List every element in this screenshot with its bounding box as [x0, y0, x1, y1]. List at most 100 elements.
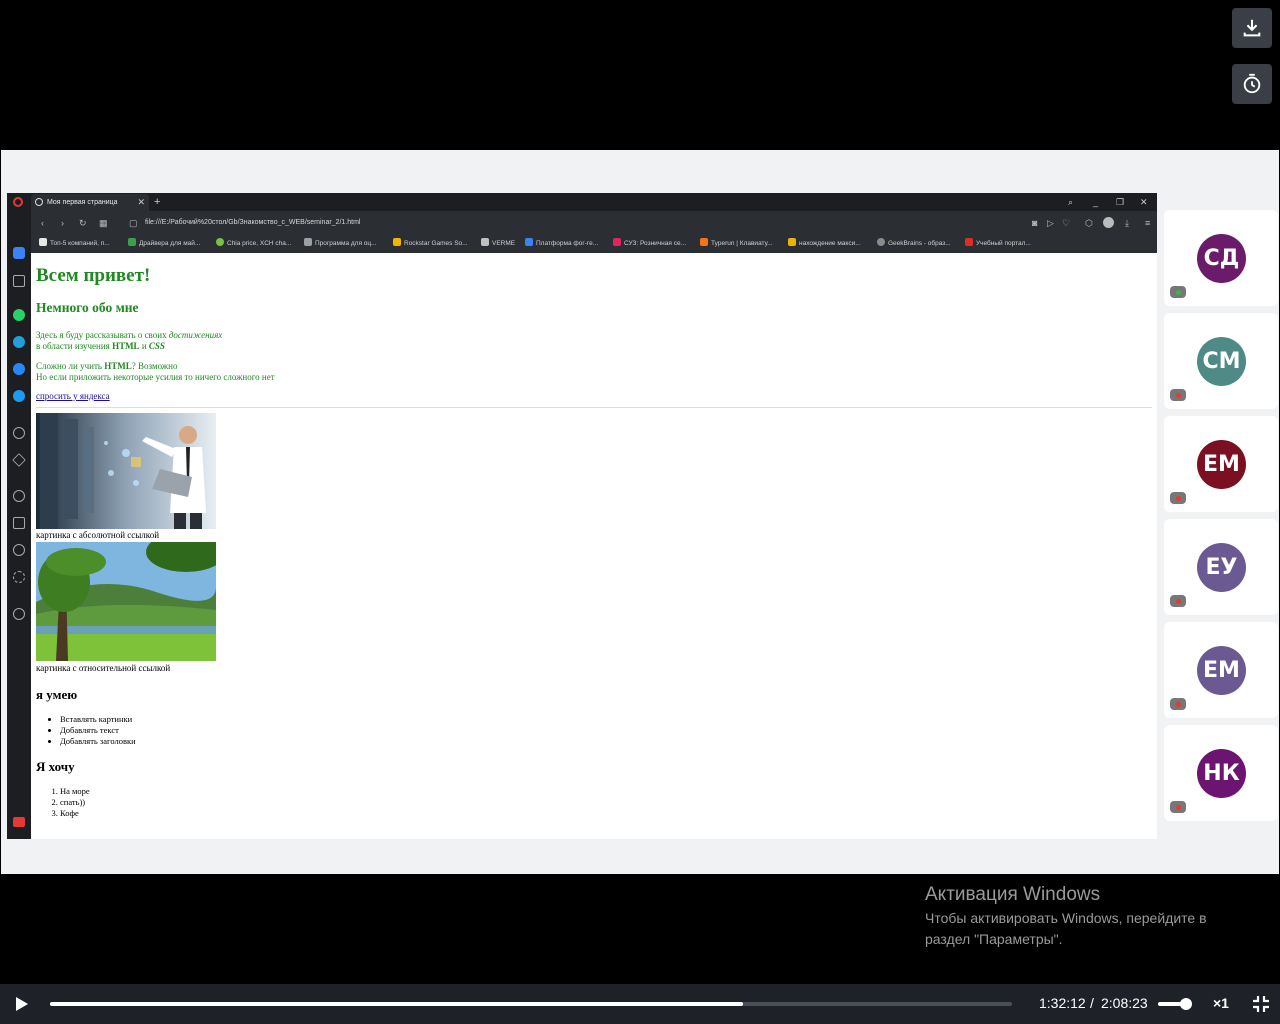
- bookmark-item[interactable]: Топ-5 компаний, п...: [39, 235, 110, 253]
- participant-tile[interactable]: СМ: [1164, 313, 1278, 409]
- address-bar: ‹ › ↻ ▦ ▢ file:///E:/Рабочий%20стол/Gb/З…: [31, 211, 1157, 235]
- bookmark-icon: [613, 238, 621, 246]
- fullscreen-button[interactable]: [1252, 995, 1270, 1013]
- bookmark-icon: [304, 238, 312, 246]
- twitter-icon[interactable]: [13, 390, 25, 402]
- extensions-icon[interactable]: ⬡: [1085, 211, 1093, 235]
- menu-icon[interactable]: ≡: [1145, 211, 1150, 235]
- vk-icon[interactable]: [13, 363, 25, 375]
- download-icon: [1243, 19, 1261, 37]
- about-paragraph: Здесь я буду рассказывать о своих достиж…: [36, 330, 223, 351]
- landscape-illustration: [36, 542, 216, 661]
- send-icon[interactable]: [12, 453, 26, 467]
- search-tabs-icon[interactable]: ⌕: [1068, 194, 1073, 210]
- player-icon[interactable]: [13, 427, 25, 439]
- bookmark-item[interactable]: Rockstar Games So...: [393, 235, 468, 253]
- heart-icon[interactable]: ♡: [1062, 211, 1070, 235]
- back-icon[interactable]: ‹: [41, 211, 44, 235]
- bookmark-item[interactable]: Программа для оц...: [304, 235, 377, 253]
- tabs-grid-icon[interactable]: ▦: [99, 211, 108, 235]
- horizontal-rule: [36, 407, 1152, 408]
- avatar: ЕМ: [1197, 646, 1246, 695]
- play-button[interactable]: [13, 995, 31, 1013]
- tab-title: Моя первая страница: [47, 199, 118, 206]
- file-icon: ▢: [129, 218, 138, 228]
- heart-icon[interactable]: [13, 490, 25, 502]
- flow-icon[interactable]: ▷: [1047, 211, 1054, 235]
- home-icon[interactable]: [13, 247, 25, 259]
- whatsapp-icon[interactable]: [13, 309, 25, 321]
- mic-muted-icon: [1170, 698, 1186, 710]
- restore-icon[interactable]: ❐: [1116, 194, 1124, 210]
- timer-button[interactable]: [1232, 64, 1272, 104]
- bookmark-icon: [965, 238, 973, 246]
- volume-knob[interactable]: [1180, 998, 1192, 1010]
- lightbulb-icon[interactable]: [13, 608, 25, 620]
- download-button[interactable]: [1232, 8, 1272, 48]
- bookmark-item[interactable]: СУЗ: Розничная се...: [613, 235, 686, 253]
- list-item: спать)): [60, 797, 90, 808]
- camera-icon[interactable]: ◙: [1032, 211, 1037, 235]
- bookmark-item[interactable]: Платформа фог-ге...: [525, 235, 598, 253]
- bookmark-item[interactable]: Учебный портал...: [965, 235, 1031, 253]
- mic-muted-icon: [1170, 492, 1186, 504]
- avatar: СМ: [1197, 337, 1246, 386]
- bookmark-item[interactable]: VERME: [481, 235, 515, 253]
- history-icon[interactable]: [13, 544, 25, 556]
- list-item: Вставлять картинки: [60, 714, 136, 725]
- play-icon: [16, 997, 28, 1011]
- yandex-link[interactable]: спросить у яндекса: [36, 391, 110, 401]
- opera-logo-icon[interactable]: [13, 197, 23, 207]
- bookmark-icon: [393, 238, 401, 246]
- profile-icon[interactable]: [1103, 217, 1114, 228]
- bookmark-item[interactable]: Typerun | Клавиату...: [700, 235, 773, 253]
- bookmark-icon: [525, 238, 533, 246]
- participant-tile[interactable]: ЕМ: [1164, 622, 1278, 718]
- page-subheading: Немного обо мне: [36, 300, 139, 315]
- list-item: На море: [60, 786, 90, 797]
- minimize-icon[interactable]: _: [1093, 194, 1098, 210]
- reload-icon[interactable]: ↻: [79, 211, 87, 235]
- mic-status-icon: [1170, 286, 1186, 298]
- bookmark-item[interactable]: Драйвера для май...: [128, 235, 200, 253]
- mic-muted-icon: [1170, 595, 1186, 607]
- forward-icon[interactable]: ›: [61, 211, 64, 235]
- bookmark-icon: [877, 238, 885, 246]
- mic-muted-icon: [1170, 389, 1186, 401]
- bookmark-item[interactable]: GeekBrains - образ...: [877, 235, 951, 253]
- bookmark-icon: [788, 238, 796, 246]
- tab-active[interactable]: Моя первая страница ✕: [31, 194, 149, 211]
- playback-speed[interactable]: ×1: [1213, 995, 1229, 1011]
- url-field[interactable]: file:///E:/Рабочий%20стол/Gb/Знакомство_…: [145, 211, 360, 235]
- telegram-icon[interactable]: [13, 336, 25, 348]
- skills-list: Вставлять картинки Добавлять текст Добав…: [60, 714, 136, 747]
- time-separator: /: [1090, 995, 1094, 1011]
- participant-tile[interactable]: СД: [1164, 210, 1278, 306]
- downloads-icon[interactable]: ⤓: [1125, 211, 1129, 235]
- avatar: ЕУ: [1197, 543, 1246, 592]
- image-caption: картинка с абсолютной ссылкой: [36, 530, 160, 540]
- current-time: 1:32:12: [1039, 995, 1086, 1011]
- bookmark-icon: [39, 238, 47, 246]
- video-player-bar: 1:32:12 / 2:08:23 ×1: [0, 984, 1280, 1024]
- businessman-image[interactable]: [36, 413, 216, 529]
- image-caption: картинка с относительной ссылкой: [36, 663, 171, 673]
- landscape-image[interactable]: [36, 542, 216, 661]
- participant-tile[interactable]: ЕУ: [1164, 519, 1278, 615]
- edit-icon[interactable]: [13, 517, 25, 529]
- new-tab-icon[interactable]: +: [154, 194, 160, 210]
- bookmark-item[interactable]: Chia price, XCH cha...: [216, 235, 291, 253]
- progress-fill: [50, 1002, 743, 1006]
- participant-tile[interactable]: НК: [1164, 725, 1278, 821]
- avatar: ЕМ: [1197, 440, 1246, 489]
- avatar: НК: [1197, 749, 1246, 798]
- progress-bar[interactable]: [50, 1002, 1012, 1006]
- skills-heading: я умею: [36, 687, 78, 702]
- tab-close-icon[interactable]: ✕: [137, 194, 145, 211]
- window-close-icon[interactable]: ✕: [1140, 194, 1148, 210]
- star-icon[interactable]: [13, 275, 25, 287]
- bookmark-item[interactable]: нахождение макси...: [788, 235, 861, 253]
- settings-icon[interactable]: [13, 571, 25, 583]
- page-heading: Всем привет!: [36, 265, 151, 286]
- participant-tile[interactable]: ЕМ: [1164, 416, 1278, 512]
